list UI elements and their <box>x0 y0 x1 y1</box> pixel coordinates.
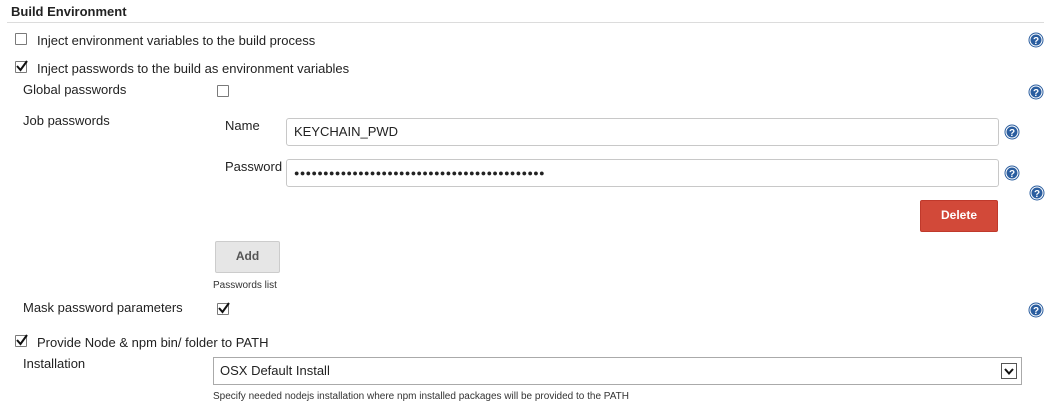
svg-text:?: ? <box>1033 36 1039 47</box>
svg-text:?: ? <box>1009 128 1015 139</box>
name-label: Name <box>225 118 260 133</box>
section-divider <box>7 22 1044 23</box>
checkmark-icon <box>16 334 28 346</box>
installation-label: Installation <box>23 356 86 371</box>
provide-node-checkbox[interactable] <box>15 334 28 347</box>
name-input[interactable]: KEYCHAIN_PWD <box>286 118 999 146</box>
checkmark-icon <box>16 60 28 72</box>
svg-text:?: ? <box>1033 306 1039 317</box>
section-title: Build Environment <box>11 4 127 19</box>
help-icon[interactable]: ? <box>1029 185 1045 201</box>
password-label: Password <box>225 159 283 174</box>
mask-params-label: Mask password parameters <box>23 300 183 315</box>
help-icon[interactable]: ? <box>1028 302 1044 318</box>
global-passwords-label: Global passwords <box>23 82 127 97</box>
provide-node-label: Provide Node & npm bin/ folder to PATH <box>37 335 269 350</box>
help-icon[interactable]: ? <box>1004 165 1020 181</box>
svg-text:?: ? <box>1034 189 1040 200</box>
password-input[interactable]: ●●●●●●●●●●●●●●●●●●●●●●●●●●●●●●●●●●●●●●●●… <box>286 159 999 187</box>
inject-passwords-label: Inject passwords to the build as environ… <box>37 61 350 76</box>
help-icon[interactable]: ? <box>1028 84 1044 100</box>
global-passwords-checkbox[interactable] <box>217 85 229 97</box>
installation-hint: Specify needed nodejs installation where… <box>213 391 629 402</box>
inject-env-checkbox[interactable] <box>15 33 27 45</box>
svg-text:?: ? <box>1033 88 1039 99</box>
inject-passwords-checkbox[interactable] <box>15 60 28 73</box>
svg-text:?: ? <box>1009 169 1015 180</box>
chevron-down-icon[interactable] <box>1001 363 1017 379</box>
add-button[interactable]: Add <box>215 241 280 273</box>
job-passwords-label: Job passwords <box>23 113 110 128</box>
mask-params-checkbox[interactable] <box>217 302 230 315</box>
help-icon[interactable]: ? <box>1004 124 1020 140</box>
delete-button[interactable]: Delete <box>920 200 998 232</box>
inject-env-label: Inject environment variables to the buil… <box>37 33 316 48</box>
help-icon[interactable]: ? <box>1028 32 1044 48</box>
installation-selected-value: OSX Default Install <box>220 363 330 378</box>
installation-select[interactable]: OSX Default Install <box>213 357 1022 385</box>
checkmark-icon <box>218 302 230 314</box>
passwords-list-caption: Passwords list <box>213 280 277 291</box>
